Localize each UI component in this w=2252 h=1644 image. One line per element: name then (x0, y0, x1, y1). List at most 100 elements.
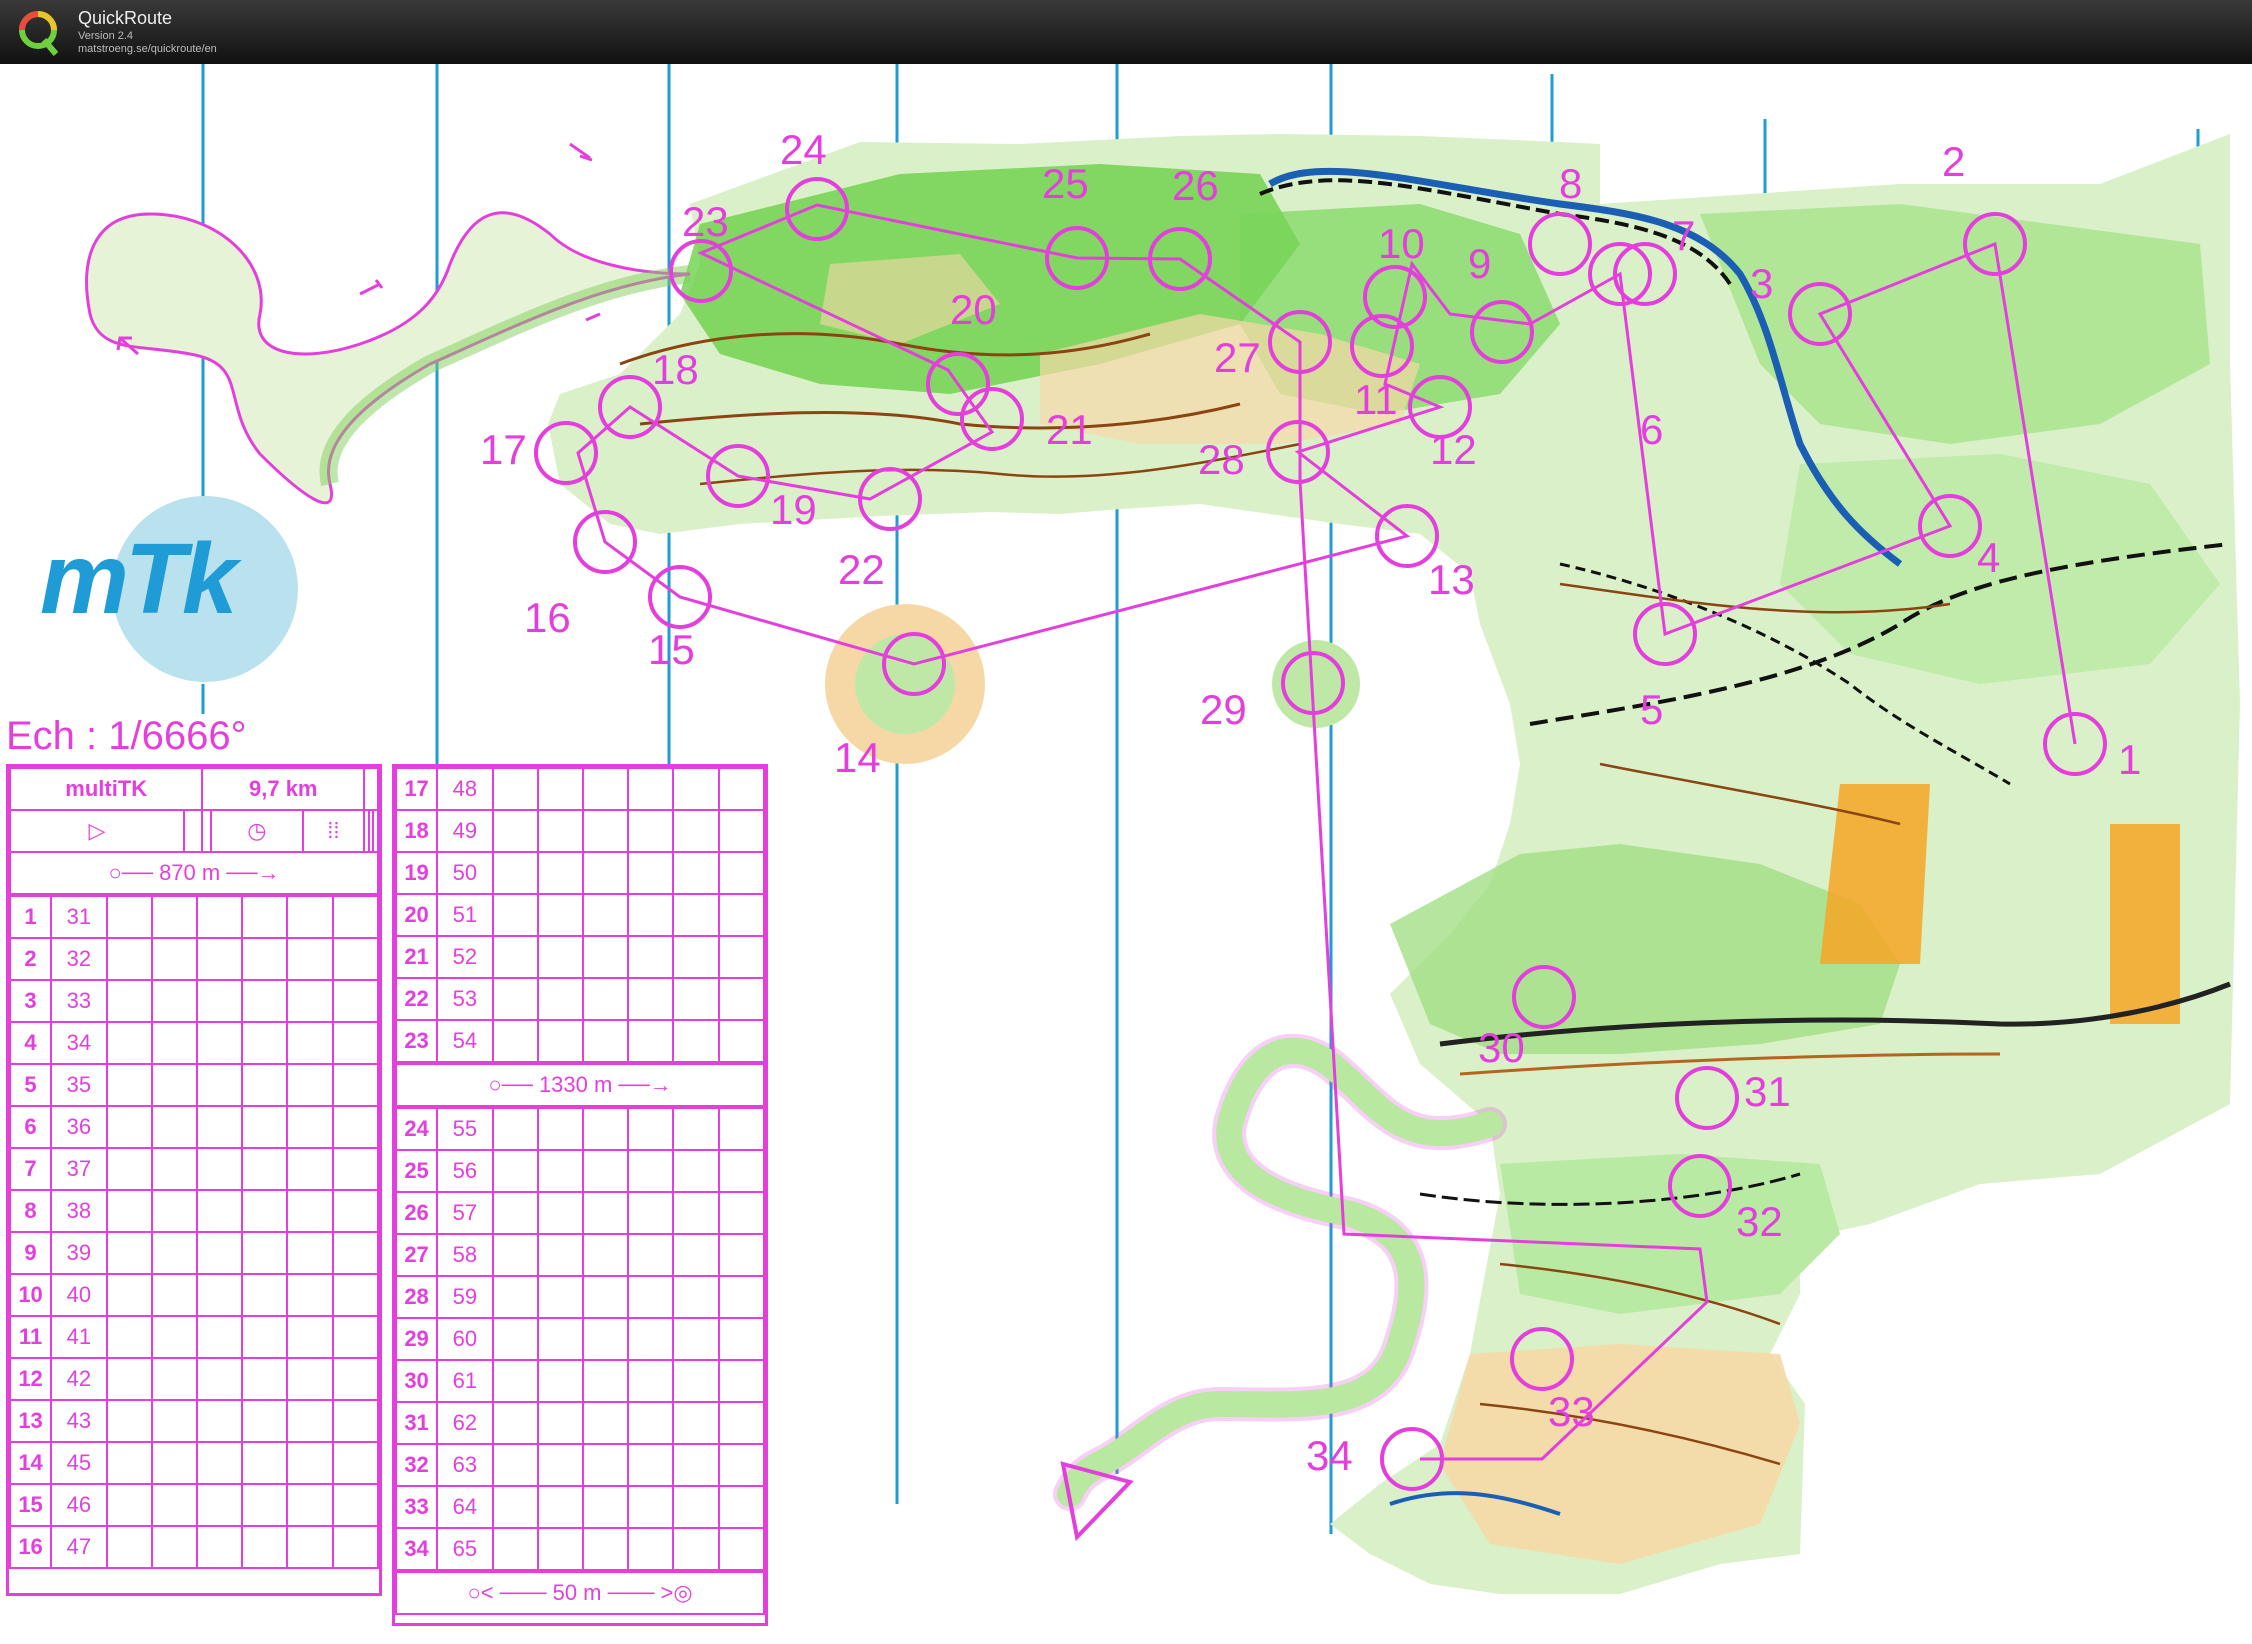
control-label-22: 22 (838, 546, 885, 593)
description-symbol-cell (536, 1019, 585, 1063)
description-symbol-cell (241, 1357, 289, 1401)
description-symbol-cell (627, 1359, 675, 1403)
description-symbol-cell (241, 1399, 289, 1443)
description-symbol-cell (196, 1231, 244, 1275)
description-row: 22 53 (394, 977, 766, 1021)
control-label-3: 3 (1750, 260, 1773, 307)
description-symbol-cell (105, 1273, 153, 1317)
mid-route-distance: 1330 m (538, 1072, 613, 1097)
control-code: 61 (436, 1359, 494, 1403)
description-row: 28 59 (394, 1275, 766, 1319)
description-symbol-cell (331, 1231, 380, 1275)
description-symbol-cell (536, 1233, 585, 1277)
description-row: 13 43 (8, 1399, 380, 1443)
description-symbol-cell (331, 979, 380, 1023)
description-symbol-cell (150, 1525, 199, 1569)
description-symbol-cell (536, 851, 585, 895)
description-symbol-cell (286, 1357, 334, 1401)
control-code: 62 (436, 1401, 494, 1445)
description-symbol-cell (150, 1105, 199, 1149)
description-symbol-cell (331, 1399, 380, 1443)
description-symbol-cell (286, 1525, 334, 1569)
control-code: 42 (50, 1357, 108, 1401)
description-symbol-cell (331, 1273, 380, 1317)
control-order: 13 (8, 1399, 53, 1443)
description-symbol-cell (196, 979, 244, 1023)
description-symbol-cell (150, 1147, 199, 1191)
description-symbol-cell (582, 1359, 630, 1403)
control-order: 29 (394, 1317, 439, 1361)
description-row: 33 64 (394, 1485, 766, 1529)
club-logo-text: mTk (40, 523, 238, 635)
description-symbol-cell (717, 1019, 766, 1063)
description-symbol-cell (105, 1483, 153, 1527)
control-order: 28 (394, 1275, 439, 1319)
app-title: QuickRoute (78, 8, 173, 28)
control-order: 5 (8, 1063, 53, 1107)
description-symbol-cell (491, 1107, 539, 1151)
description-symbol-cell (627, 1317, 675, 1361)
description-symbol-cell (536, 1107, 585, 1151)
description-symbol-cell (105, 979, 153, 1023)
description-symbol-cell (717, 893, 766, 937)
description-symbol-cell (582, 1233, 630, 1277)
description-symbol-cell (627, 809, 675, 853)
description-symbol-cell (150, 979, 199, 1023)
description-symbol-cell (331, 895, 380, 939)
control-label-10: 10 (1378, 220, 1425, 267)
description-table-left: multiTK 9,7 km ▷ ◷ ⁞⁞ ○── 870 m ──→ (8, 767, 379, 895)
control-label-17: 17 (480, 426, 527, 473)
description-row: 20 51 (394, 893, 766, 937)
map-canvas[interactable]: 1 2 3 4 5 6 7 8 9 10 11 12 13 14 15 16 1… (0, 64, 2252, 1644)
description-symbol-cell (536, 1191, 585, 1235)
description-symbol-cell (286, 1021, 334, 1065)
description-symbol-cell (536, 809, 585, 853)
description-symbol-cell (105, 1063, 153, 1107)
control-label-11: 11 (1354, 376, 1398, 423)
control-code: 31 (50, 895, 108, 939)
description-symbol-cell (672, 1107, 720, 1151)
description-symbol-cell (331, 1021, 380, 1065)
control-code: 60 (436, 1317, 494, 1361)
control-order: 6 (8, 1105, 53, 1149)
control-order: 14 (8, 1441, 53, 1485)
mid-route-bar: ○── 1330 m ──→ (395, 1063, 765, 1107)
description-symbol-cell (286, 937, 334, 981)
description-sheet-left: multiTK 9,7 km ▷ ◷ ⁞⁞ ○── 870 m ──→ 1 31 2… (6, 764, 382, 1596)
description-symbol-cell (582, 1443, 630, 1487)
description-row: 25 56 (394, 1149, 766, 1193)
control-code: 43 (50, 1399, 108, 1443)
description-symbol-cell (491, 893, 539, 937)
description-symbol-cell (672, 1275, 720, 1319)
description-symbol-cell (491, 1317, 539, 1361)
description-symbol-cell (286, 1105, 334, 1149)
control-order: 4 (8, 1021, 53, 1065)
description-symbol-cell (196, 1399, 244, 1443)
control-order: 16 (8, 1525, 53, 1569)
control-label-27: 27 (1214, 334, 1261, 381)
description-symbol-cell (491, 1359, 539, 1403)
description-symbol-cell (196, 937, 244, 981)
description-symbol-cell (331, 937, 380, 981)
description-row: 26 57 (394, 1191, 766, 1235)
start-route-bar: ○── 870 m ──→ (9, 851, 379, 895)
description-symbol-cell (286, 1483, 334, 1527)
control-code: 47 (50, 1525, 108, 1569)
description-row: 21 52 (394, 935, 766, 979)
control-order: 27 (394, 1233, 439, 1277)
description-symbol-cell (241, 1189, 289, 1233)
description-symbol-cell (150, 1189, 199, 1233)
description-symbol-cell (286, 1063, 334, 1107)
description-symbol-cell (627, 1485, 675, 1529)
description-symbol-cell (105, 1315, 153, 1359)
control-order: 18 (394, 809, 439, 853)
control-code: 50 (436, 851, 494, 895)
description-symbol-cell (491, 1275, 539, 1319)
control-order: 32 (394, 1443, 439, 1487)
control-code: 48 (436, 767, 494, 811)
description-symbol-cell (717, 1443, 766, 1487)
control-code: 49 (436, 809, 494, 853)
description-symbol-cell (105, 937, 153, 981)
description-symbol-cell (331, 1357, 380, 1401)
description-symbol-cell (627, 1275, 675, 1319)
